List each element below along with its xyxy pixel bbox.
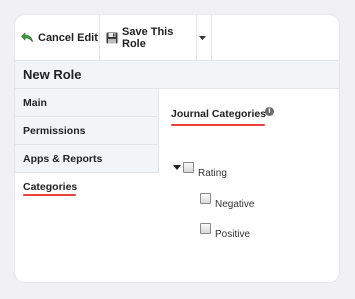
tree-node-label: Negative xyxy=(215,199,255,210)
sidebar-item-label: Apps & Reports xyxy=(23,153,103,165)
tree-node-rating: Rating xyxy=(173,162,227,179)
page-title: New Role xyxy=(15,61,339,89)
sidebar-item-label: Categories xyxy=(23,181,78,193)
sidebar-item-permissions[interactable]: Permissions xyxy=(15,117,159,145)
role-editor-card: Cancel Edit Save This Role New Role Main… xyxy=(15,15,339,282)
categories-panel: Journal Categories i Rating Negative Pos… xyxy=(159,89,339,282)
sidebar-item-main[interactable]: Main xyxy=(15,89,159,117)
positive-checkbox[interactable] xyxy=(200,223,211,234)
sidebar-item-label: Main xyxy=(23,97,47,109)
negative-checkbox[interactable] xyxy=(200,193,211,204)
sidebar-nav: Main Permissions Apps & Reports Categori… xyxy=(15,89,159,282)
sidebar-item-label: Permissions xyxy=(23,125,86,137)
tree-node-positive: Positive xyxy=(200,223,250,240)
save-role-label: Save This Role xyxy=(122,25,174,50)
info-icon[interactable]: i xyxy=(265,107,274,116)
caret-down-icon xyxy=(198,35,206,40)
active-tab-underline xyxy=(23,194,76,196)
tree-node-label: Positive xyxy=(215,229,251,240)
expand-caret-icon[interactable] xyxy=(173,165,181,170)
cancel-edit-label: Cancel Edit xyxy=(38,31,98,44)
floppy-disk-icon xyxy=(106,32,118,43)
save-role-button[interactable]: Save This Role xyxy=(100,15,197,60)
section-title: Journal Categories xyxy=(171,108,267,120)
toolbar: Cancel Edit Save This Role xyxy=(15,15,339,61)
cancel-edit-button[interactable]: Cancel Edit xyxy=(15,15,100,60)
sidebar-item-categories[interactable]: Categories xyxy=(15,173,159,203)
save-options-dropdown[interactable] xyxy=(197,15,212,60)
sidebar-item-apps-reports[interactable]: Apps & Reports xyxy=(15,145,159,173)
undo-arrow-icon xyxy=(21,32,33,43)
tree-node-label: Rating xyxy=(198,168,227,179)
rating-checkbox[interactable] xyxy=(183,162,194,173)
section-title-underline xyxy=(171,124,265,126)
tree-node-negative: Negative xyxy=(200,193,254,210)
